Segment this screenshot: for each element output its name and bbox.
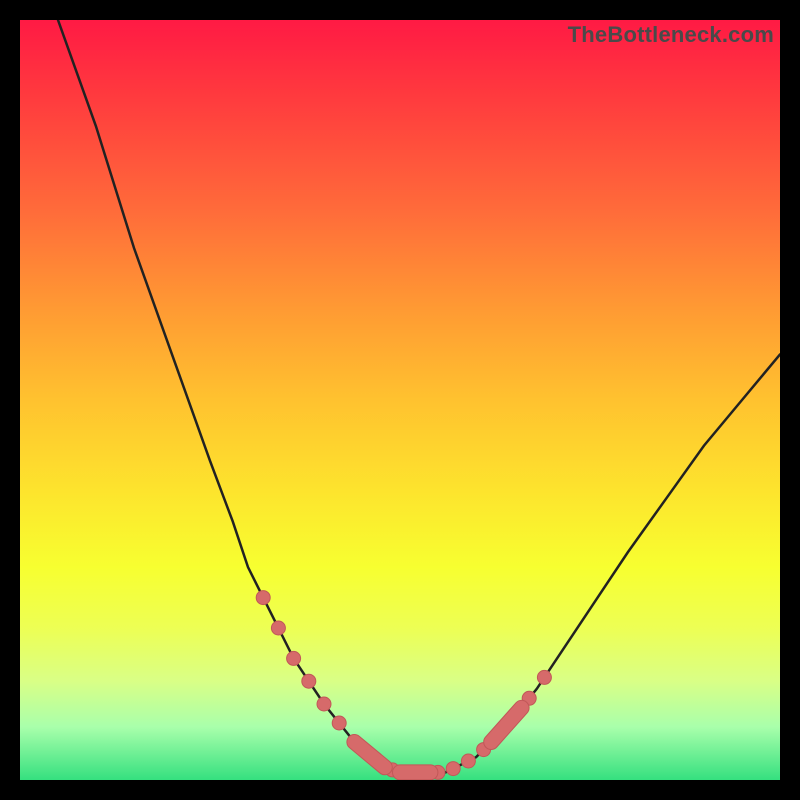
bead-circle	[256, 591, 270, 605]
bottleneck-curve	[58, 20, 780, 772]
curve-layer	[20, 20, 780, 780]
bead-capsule	[354, 742, 384, 767]
bead-circle	[332, 716, 346, 730]
bead-circle	[446, 762, 460, 776]
bead-circle	[461, 754, 475, 768]
bead-circle	[302, 674, 316, 688]
bead-circle	[537, 670, 551, 684]
chart-frame: TheBottleneck.com	[20, 20, 780, 780]
bead-circle	[317, 697, 331, 711]
bead-circle	[287, 651, 301, 665]
bead-circle	[271, 621, 285, 635]
